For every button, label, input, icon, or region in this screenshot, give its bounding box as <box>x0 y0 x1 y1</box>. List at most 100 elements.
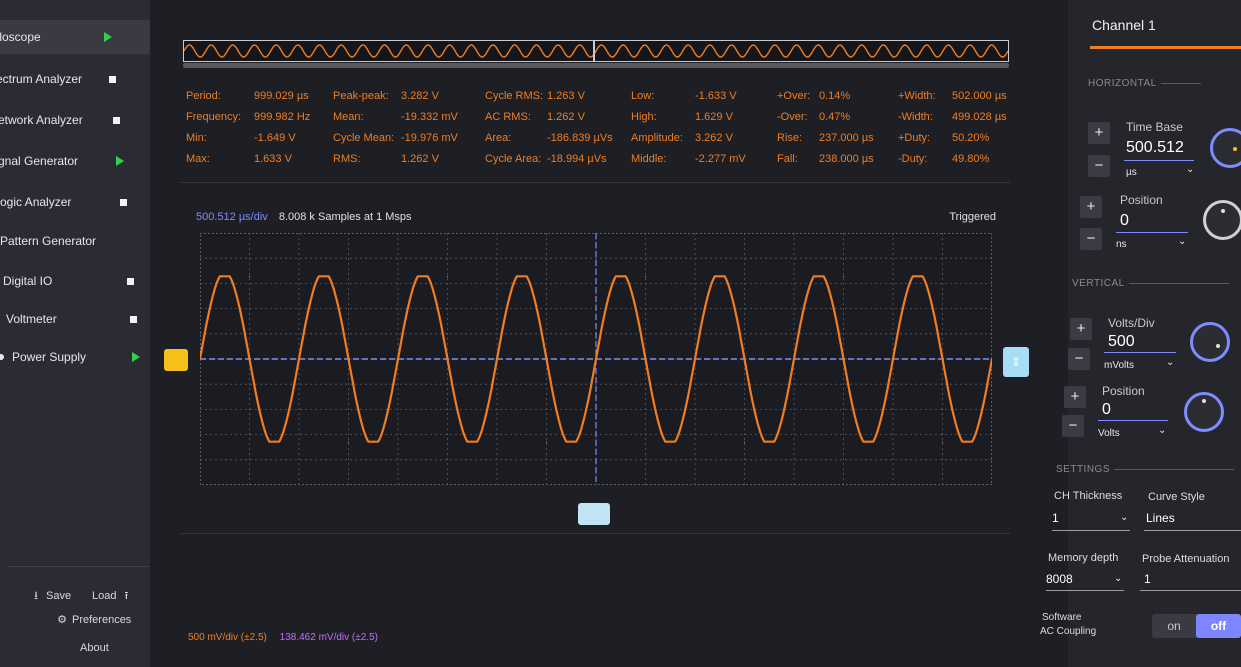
measurement-value: 49.80% <box>952 153 990 165</box>
preferences-button[interactable]: ⚙ Preferences <box>56 614 131 626</box>
memory-depth-label: Memory depth <box>1048 552 1119 564</box>
sidebar-item-network-analyzer[interactable]: etwork Analyzer <box>0 103 150 137</box>
sidebar-item-digital-io[interactable]: Digital IO <box>0 264 150 298</box>
ac-coupling-label-line1: Software <box>1042 612 1082 623</box>
channel-title-underline <box>1090 46 1241 49</box>
volts-div-increase-button[interactable]: + <box>1070 318 1092 340</box>
sidebar-item-label: Voltmeter <box>6 312 57 326</box>
measurement-key: AC RMS: <box>485 111 531 123</box>
ch1-offset-handle[interactable] <box>164 349 188 371</box>
chevron-down-icon[interactable]: ⌄ <box>1166 357 1174 368</box>
measurement-value: 0.14% <box>819 90 851 102</box>
chevron-down-icon[interactable]: ⌄ <box>1178 236 1186 247</box>
measurement-key: Mean: <box>333 111 364 123</box>
toggle-off-option[interactable]: off <box>1196 614 1241 638</box>
buffer-overview[interactable] <box>183 40 1009 62</box>
ch1-data-point <box>545 441 548 443</box>
sidebar-item-logic-analyzer[interactable]: ogic Analyzer <box>0 185 150 219</box>
plot-bottom-divider <box>180 533 1010 534</box>
measurement-key: Min: <box>186 132 207 144</box>
measurement-key: Middle: <box>631 153 667 165</box>
h-position-unit[interactable]: ns <box>1116 239 1127 250</box>
toggle-on-option[interactable]: on <box>1152 614 1196 638</box>
measurement-key: Max: <box>186 153 210 165</box>
measurement-key: Cycle RMS: <box>485 90 544 102</box>
chevron-down-icon[interactable]: ⌄ <box>1114 573 1122 584</box>
trigger-position-handle[interactable] <box>578 503 610 525</box>
measurement-value: 499.028 µs <box>952 111 1007 123</box>
run-indicator-icon <box>104 32 112 42</box>
volts-div-knob[interactable] <box>1190 322 1230 362</box>
h-position-decrease-button[interactable]: − <box>1080 228 1102 250</box>
oscilloscope-plot[interactable] <box>200 233 992 485</box>
channel-settings-panel: Channel 1 HORIZONTAL + − Time Base 500.5… <box>1040 0 1241 667</box>
save-label: Save <box>46 590 72 602</box>
time-base-knob[interactable] <box>1210 128 1241 168</box>
sidebar-item-signal-generator[interactable]: gnal Generator <box>0 144 150 178</box>
ch1-data-point <box>941 441 944 443</box>
ch1-data-point <box>248 276 251 278</box>
measurement-key: Low: <box>631 90 655 102</box>
h-position-value[interactable]: 0 <box>1120 212 1129 230</box>
save-button[interactable]: ⭳ Save <box>30 590 71 602</box>
memory-depth-select[interactable]: 8008 <box>1046 572 1073 586</box>
h-position-underline <box>1116 232 1188 233</box>
time-base-unit[interactable]: µs <box>1126 167 1137 178</box>
sidebar-item-spectrum-analyzer[interactable]: ectrum Analyzer <box>0 62 150 96</box>
measurement-value: 999.029 µs <box>254 90 309 102</box>
probe-attenuation-label: Probe Attenuation <box>1142 553 1230 565</box>
sidebar-item-pattern-generator[interactable]: Pattern Generator <box>0 224 150 258</box>
overview-scrollbar[interactable] <box>183 63 1009 68</box>
ch1-data-point <box>595 358 597 360</box>
load-button[interactable]: Load ⭱ <box>92 590 132 602</box>
knob-indicator <box>1216 344 1220 348</box>
v-position-increase-button[interactable]: + <box>1064 386 1086 408</box>
v-position-knob[interactable] <box>1184 392 1224 432</box>
sidebar-item-power-supply[interactable]: Power Supply <box>0 340 150 374</box>
time-base-increase-button[interactable]: + <box>1088 122 1110 144</box>
oscilloscope-main: Period: 999.029 µs Frequency: 999.982 Hz Min… <box>150 0 1068 667</box>
volts-div-decrease-button[interactable]: − <box>1068 348 1090 370</box>
chevron-down-icon[interactable]: ⌄ <box>1120 512 1128 523</box>
load-label: Load <box>92 590 117 602</box>
measurement-value: -19.332 mV <box>401 111 458 123</box>
memory-depth-underline <box>1046 590 1124 591</box>
ac-coupling-toggle[interactable]: on off <box>1152 614 1241 638</box>
measurement-value: 3.262 V <box>695 132 733 144</box>
v-position-unit[interactable]: Volts <box>1098 428 1120 439</box>
chevron-down-icon[interactable]: ⌄ <box>1158 425 1166 436</box>
volts-div-unit[interactable]: mVolts <box>1104 360 1134 371</box>
curve-style-select[interactable]: Lines <box>1146 511 1175 525</box>
overview-trace <box>183 44 1009 58</box>
h-position-knob[interactable] <box>1203 200 1241 240</box>
volts-div-value[interactable]: 500 <box>1108 333 1135 351</box>
probe-attenuation-input[interactable]: 1 <box>1144 572 1151 586</box>
v-position-value[interactable]: 0 <box>1102 401 1111 419</box>
sidebar-item-voltmeter[interactable]: Voltmeter <box>0 302 150 336</box>
overview-window-marker <box>593 40 595 62</box>
sidebar-item-oscilloscope[interactable]: illoscope <box>0 20 150 54</box>
measurement-value: 999.982 Hz <box>254 111 311 123</box>
sidebar-item-label: etwork Analyzer <box>0 113 83 127</box>
measurement-value: -1.649 V <box>254 132 296 144</box>
volts-div-underline <box>1104 352 1176 353</box>
measurement-value: 50.20% <box>952 132 990 144</box>
measurement-key: Rise: <box>777 132 803 144</box>
ch1-data-point <box>496 358 498 360</box>
chevron-down-icon[interactable]: ⌄ <box>1186 164 1194 175</box>
math-scale-label: 138.462 mV/div (±2.5) <box>279 632 378 643</box>
ch-thickness-select[interactable]: 1 <box>1052 511 1059 525</box>
h-position-increase-button[interactable]: + <box>1080 196 1102 218</box>
time-base-decrease-button[interactable]: − <box>1088 155 1110 177</box>
tool-sidebar: illoscope ectrum Analyzer etwork Analyze… <box>0 0 150 667</box>
settings-section-header: SETTINGS <box>1056 464 1235 475</box>
sidebar-item-label: ogic Analyzer <box>0 195 72 209</box>
measurement-value: 237.000 µs <box>819 132 874 144</box>
trigger-level-handle[interactable]: ⇕ <box>1003 347 1029 377</box>
measurement-value: 1.262 V <box>401 153 439 165</box>
time-base-value[interactable]: 500.512 <box>1126 139 1184 157</box>
stop-indicator-icon <box>130 315 137 323</box>
about-button[interactable]: About <box>80 642 109 654</box>
samples-info-label: 8.008 k Samples at 1 Msps <box>278 211 412 223</box>
v-position-decrease-button[interactable]: − <box>1062 415 1084 437</box>
